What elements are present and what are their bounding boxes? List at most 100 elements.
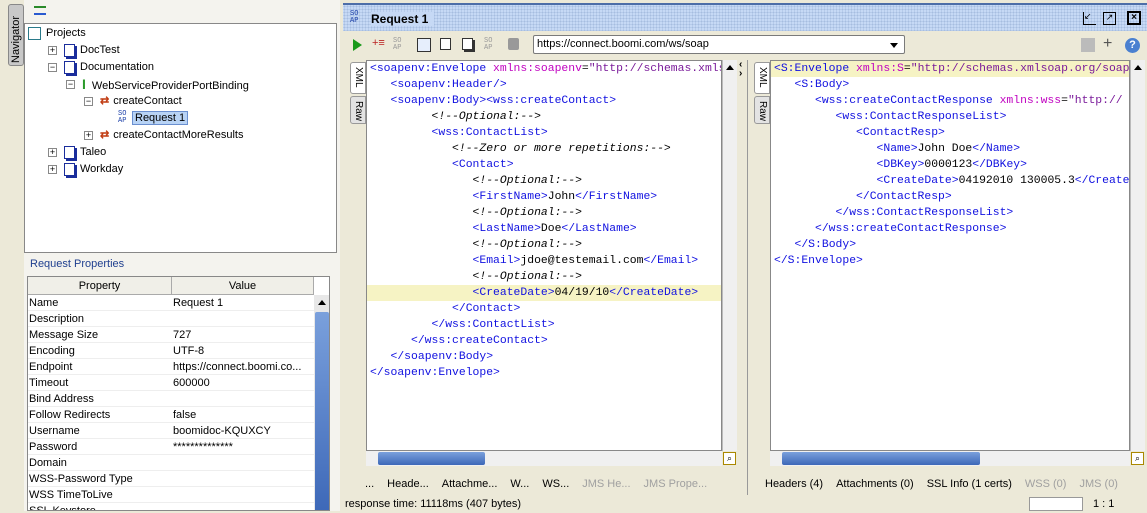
maximize-icon[interactable]: ↗: [1103, 12, 1116, 25]
split-view-icon[interactable]: [462, 38, 473, 50]
xml-line: <S:Envelope xmlns:S="http://schemas.xmls…: [771, 61, 1129, 77]
soap-icon[interactable]: SO AP: [393, 38, 407, 52]
horizontal-scrollbar[interactable]: [366, 451, 722, 466]
tree-item[interactable]: + Workday: [48, 161, 123, 177]
property-row[interactable]: Username boomidoc-KQUXCY: [28, 423, 314, 439]
collapse-icon[interactable]: −: [48, 63, 57, 72]
property-row[interactable]: Encoding UTF-8: [28, 343, 314, 359]
project-doc-icon: [64, 162, 75, 176]
bottom-tab[interactable]: SSL Info (1 certs): [927, 478, 1012, 490]
xml-line: </wss:ContactList>: [367, 317, 721, 333]
submit-request-icon[interactable]: [353, 39, 368, 51]
xml-content[interactable]: <soapenv:Envelope xmlns:soapenv="http://…: [366, 60, 722, 451]
column-header-property[interactable]: Property: [28, 277, 172, 295]
restore-icon[interactable]: ↙: [1083, 12, 1096, 25]
property-value[interactable]: 727: [173, 327, 313, 343]
expand-icon[interactable]: +: [48, 46, 57, 55]
bottom-tab[interactable]: Attachme...: [442, 478, 498, 490]
tree-item[interactable]: + ⇄ createContactMoreResults: [84, 127, 243, 143]
property-value[interactable]: false: [173, 407, 313, 423]
aspect-icon[interactable]: [1081, 38, 1095, 52]
close-icon[interactable]: ×: [1127, 11, 1141, 25]
endpoint-select[interactable]: https://connect.boomi.com/ws/soap: [533, 35, 905, 54]
property-row[interactable]: SSL Keystore: [28, 503, 314, 510]
property-value[interactable]: UTF-8: [173, 343, 313, 359]
collapse-all-icon[interactable]: [34, 6, 46, 15]
scroll-thumb[interactable]: [782, 452, 980, 465]
property-row[interactable]: Name Request 1: [28, 295, 314, 311]
tree-item[interactable]: + DocTest: [48, 42, 120, 58]
chevron-down-icon[interactable]: [890, 43, 898, 52]
xml-content[interactable]: <S:Envelope xmlns:S="http://schemas.xmls…: [770, 60, 1130, 451]
scroll-thumb[interactable]: [315, 312, 329, 510]
xml-tag: </Email>: [643, 255, 699, 267]
soap-icon[interactable]: SO AP: [484, 38, 498, 52]
property-row[interactable]: Follow Redirects false: [28, 407, 314, 423]
bottom-tab[interactable]: Headers (4): [765, 478, 823, 490]
expand-icon[interactable]: +: [84, 131, 93, 140]
add-icon[interactable]: +: [1103, 36, 1117, 52]
bottom-tab[interactable]: WS...: [542, 478, 569, 490]
bottom-tab[interactable]: JMS He...: [582, 478, 630, 490]
refresh-icon[interactable]: [417, 38, 431, 52]
xml-line: </soapenv:Envelope>: [367, 365, 721, 381]
property-row[interactable]: Domain: [28, 455, 314, 471]
tab-raw[interactable]: Raw: [350, 96, 366, 124]
bottom-tab[interactable]: JMS Prope...: [644, 478, 708, 490]
bottom-tab[interactable]: ...: [365, 478, 374, 490]
tree-item[interactable]: − ⇄ createContact: [84, 93, 182, 109]
property-value[interactable]: boomidoc-KQUXCY: [173, 423, 313, 439]
properties-scrollbar[interactable]: [314, 295, 329, 510]
tab-view-icon[interactable]: [440, 38, 451, 50]
zoom-icon[interactable]: ⌕: [723, 452, 736, 465]
xml-text: =: [903, 63, 911, 75]
horizontal-scrollbar[interactable]: [770, 451, 1130, 466]
property-value[interactable]: https://connect.boomi.co...: [173, 359, 313, 375]
tab-xml[interactable]: XML: [350, 62, 366, 94]
property-row[interactable]: Description: [28, 311, 314, 327]
tree-item[interactable]: + Taleo: [48, 144, 106, 160]
property-row[interactable]: WSS TimeToLive: [28, 487, 314, 503]
status-bar: response time: 11118ms (407 bytes) 1 : 1: [343, 495, 1147, 513]
property-value[interactable]: 600000: [173, 375, 313, 391]
bottom-tab[interactable]: JMS (0): [1079, 478, 1118, 490]
xml-tag: </FirstName>: [575, 191, 658, 203]
collapse-icon[interactable]: −: [66, 80, 75, 89]
property-row[interactable]: Message Size 727: [28, 327, 314, 343]
property-row[interactable]: Bind Address: [28, 391, 314, 407]
property-row[interactable]: Endpoint https://connect.boomi.co...: [28, 359, 314, 375]
help-icon[interactable]: ?: [1125, 38, 1140, 53]
scroll-up-icon[interactable]: [318, 300, 326, 305]
expand-icon[interactable]: +: [48, 148, 57, 157]
navigator-tab[interactable]: Navigator: [8, 4, 24, 66]
xml-text: 04192010 130005.3: [958, 175, 1075, 187]
column-header-value[interactable]: Value: [172, 277, 314, 295]
property-row[interactable]: Timeout 600000: [28, 375, 314, 391]
expand-icon[interactable]: +: [48, 165, 57, 174]
tree-item[interactable]: SO AP Request 1: [118, 110, 189, 126]
property-row[interactable]: Password **************: [28, 439, 314, 455]
bottom-tab[interactable]: Heade...: [387, 478, 429, 490]
tree-item[interactable]: Projects: [28, 25, 86, 41]
property-value[interactable]: **************: [173, 439, 313, 455]
scroll-thumb[interactable]: [378, 452, 485, 465]
bottom-tab[interactable]: WSS (0): [1025, 478, 1067, 490]
tree-item[interactable]: − Documentation: [48, 59, 154, 75]
tab-xml[interactable]: XML: [754, 62, 770, 94]
xml-tag: <FirstName>: [472, 191, 548, 203]
bottom-tab[interactable]: Attachments (0): [836, 478, 914, 490]
vertical-scrollbar[interactable]: [1130, 60, 1145, 451]
vertical-scrollbar[interactable]: [722, 60, 737, 451]
splitter[interactable]: [747, 60, 748, 495]
xml-text: [774, 143, 877, 155]
property-value[interactable]: Request 1: [173, 295, 313, 311]
tab-raw[interactable]: Raw: [754, 96, 770, 124]
zoom-icon[interactable]: ⌕: [1131, 452, 1144, 465]
property-row[interactable]: WSS-Password Type: [28, 471, 314, 487]
collapse-icon[interactable]: −: [84, 97, 93, 106]
bottom-tab[interactable]: W...: [510, 478, 529, 490]
xml-text: [370, 287, 473, 299]
tree-item[interactable]: − I WebServiceProviderPortBinding: [66, 76, 249, 92]
cancel-icon[interactable]: [508, 38, 519, 50]
add-endpoint-icon[interactable]: +≡: [372, 38, 386, 52]
